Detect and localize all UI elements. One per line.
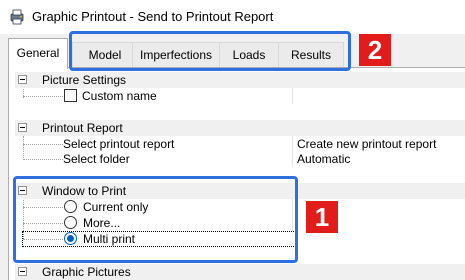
row-label: Select folder bbox=[63, 152, 130, 166]
printer-icon bbox=[10, 9, 24, 25]
row-label: Select printout report bbox=[63, 137, 175, 151]
column-divider bbox=[292, 136, 293, 152]
row-label: Custom name bbox=[82, 89, 157, 103]
group-label: Printout Report bbox=[42, 121, 123, 135]
folder-value[interactable]: Automatic bbox=[297, 152, 350, 166]
row-custom-name: Custom name bbox=[15, 88, 465, 104]
tab-label: General bbox=[16, 46, 60, 60]
title-bar: Graphic Printout - Send to Printout Repo… bbox=[0, 0, 465, 34]
callout-box-window-to-print bbox=[13, 176, 298, 263]
window-title: Graphic Printout - Send to Printout Repo… bbox=[32, 9, 274, 24]
tab-general[interactable]: General bbox=[8, 38, 68, 69]
column-divider bbox=[292, 88, 293, 104]
group-label: Graphic Pictures bbox=[42, 265, 131, 279]
callout-box-tabs bbox=[69, 31, 351, 71]
group-graphic-pictures[interactable]: Graphic Pictures bbox=[15, 264, 465, 280]
custom-name-checkbox[interactable] bbox=[64, 89, 77, 102]
group-picture-settings[interactable]: Picture Settings bbox=[15, 72, 465, 88]
column-divider bbox=[292, 151, 293, 167]
group-label: Picture Settings bbox=[42, 73, 127, 87]
collapse-icon[interactable] bbox=[18, 267, 27, 276]
collapse-icon[interactable] bbox=[18, 75, 27, 84]
group-printout-report[interactable]: Printout Report bbox=[15, 120, 465, 136]
callout-badge-2: 2 bbox=[359, 34, 391, 66]
row-select-printout-report[interactable]: Select printout report Create new printo… bbox=[15, 136, 465, 152]
callout-badge-1: 1 bbox=[306, 201, 338, 233]
collapse-icon[interactable] bbox=[18, 123, 27, 132]
printout-report-value[interactable]: Create new printout report bbox=[297, 137, 436, 151]
row-select-folder[interactable]: Select folder Automatic bbox=[15, 151, 465, 167]
